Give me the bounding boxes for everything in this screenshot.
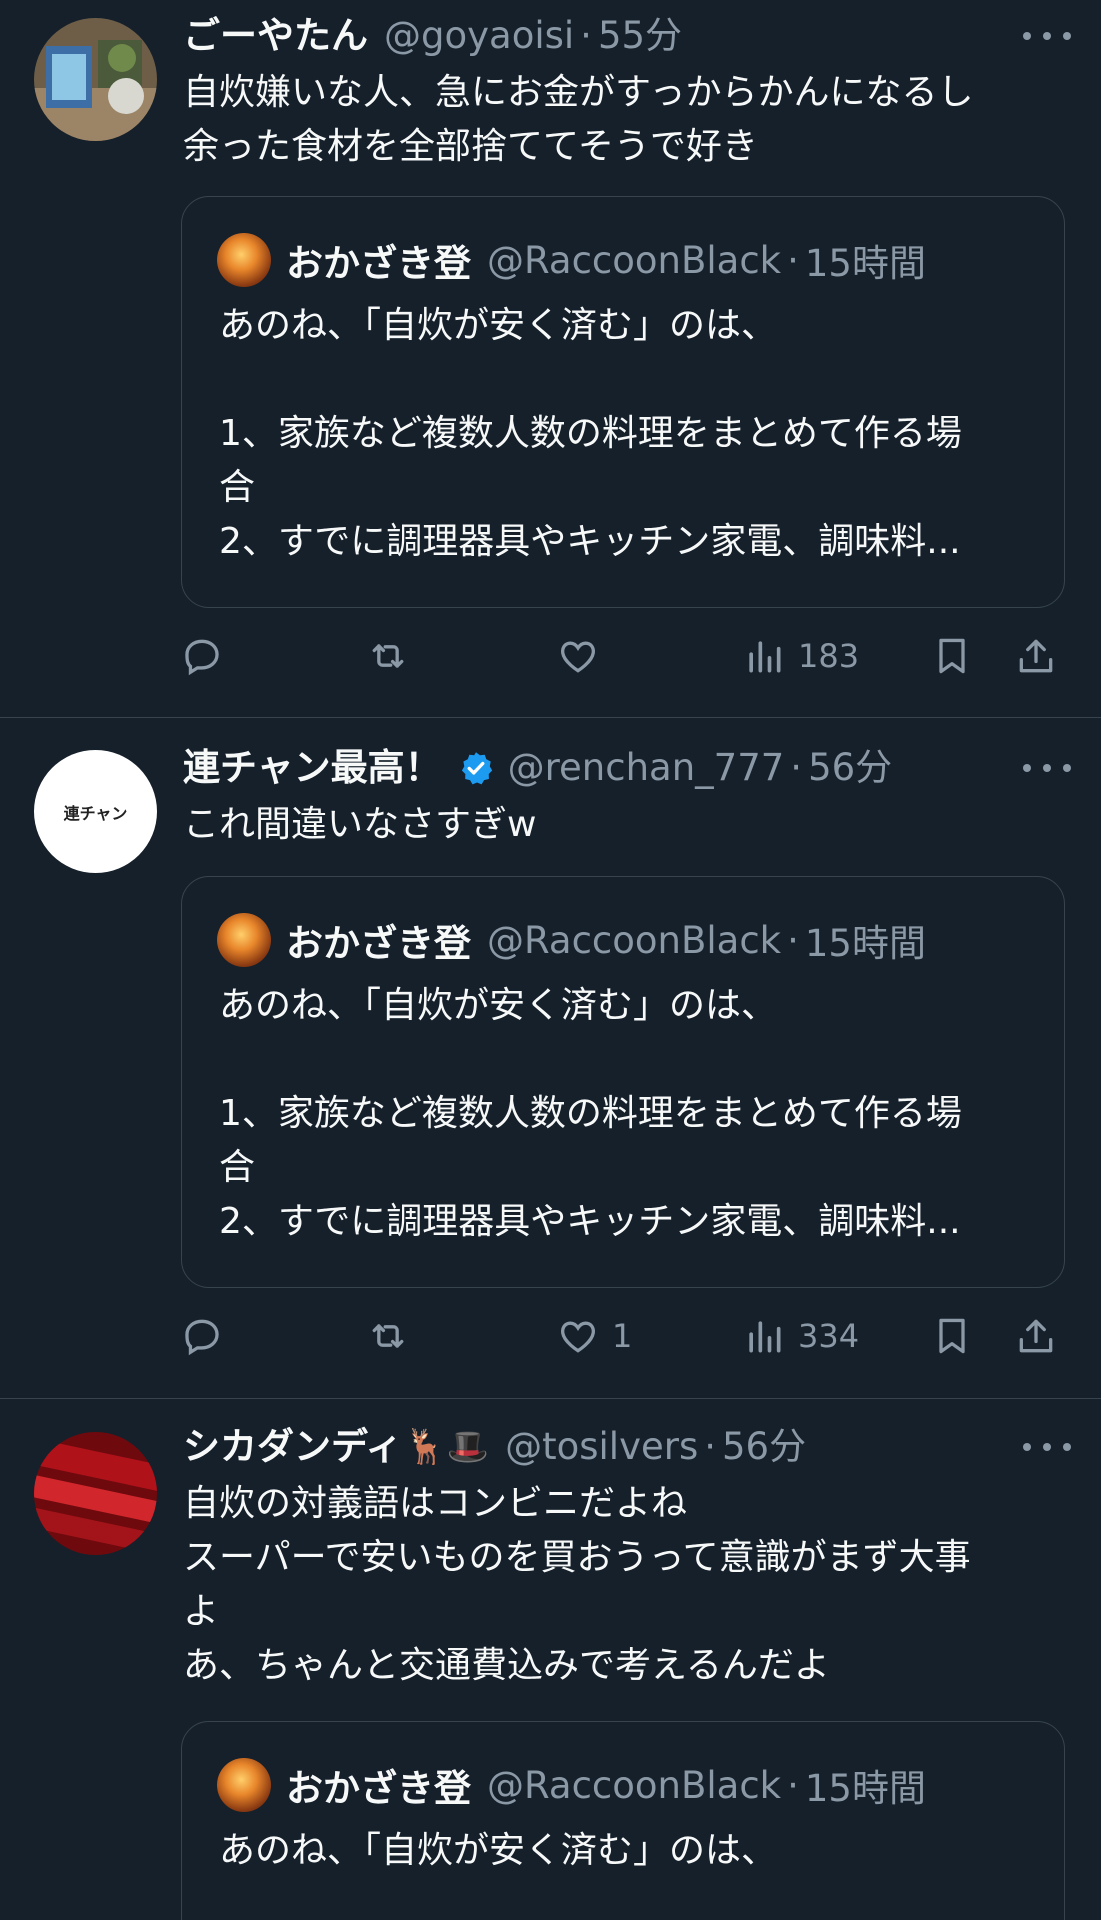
quote-timestamp: 15時間 bbox=[804, 242, 926, 285]
quote-timestamp: 15時間 bbox=[804, 922, 926, 965]
author-handle[interactable]: @tosilvers bbox=[505, 1424, 698, 1470]
like-button[interactable] bbox=[556, 628, 612, 684]
timestamp[interactable]: 56分 bbox=[808, 745, 892, 791]
quote-header: おかざき登 @RaccoonBlack · 15時間 bbox=[217, 911, 1044, 969]
separator: · bbox=[580, 14, 592, 57]
separator: · bbox=[787, 238, 799, 282]
quote-author-handle: @RaccoonBlack bbox=[487, 1763, 782, 1807]
quote-author-handle: @RaccoonBlack bbox=[487, 918, 782, 962]
bookmark-icon bbox=[939, 1318, 965, 1354]
quote-text: あのね、「自炊が安く済む」のは、 bbox=[219, 1830, 778, 1871]
reply-icon bbox=[185, 1319, 219, 1356]
reply-button[interactable] bbox=[180, 1308, 236, 1364]
post-text: 自炊の対義語はコンビニだよね スーパーで安いものを買おうって意識がまず大事 よ … bbox=[183, 1483, 971, 1686]
retweet-button[interactable] bbox=[366, 628, 422, 684]
views-button[interactable]: 334 bbox=[742, 1308, 859, 1364]
name-emojis: 🦌🎩 bbox=[404, 1427, 490, 1467]
more-icon[interactable] bbox=[1023, 753, 1071, 783]
like-icon bbox=[561, 1321, 595, 1353]
like-button[interactable]: 1 bbox=[556, 1308, 632, 1364]
timestamp[interactable]: 55分 bbox=[598, 13, 682, 59]
views-icon bbox=[749, 641, 781, 673]
quote-author-name: おかざき登 bbox=[286, 922, 471, 965]
share-icon bbox=[1019, 639, 1053, 673]
author-handle[interactable]: @goyaoisi bbox=[384, 13, 574, 59]
avatar[interactable] bbox=[34, 18, 157, 141]
post-header: シカダンディ 🦌🎩 @tosilvers · 56分 bbox=[183, 1424, 1071, 1470]
reply-icon bbox=[185, 639, 219, 676]
avatar[interactable] bbox=[34, 1432, 157, 1555]
quote-text: あのね、「自炊が安く済む」のは、 1、家族など複数人数の料理をまとめて作る場 合… bbox=[219, 985, 962, 1242]
like-icon bbox=[561, 641, 595, 673]
retweet-button[interactable] bbox=[366, 1308, 422, 1364]
views-icon bbox=[749, 1321, 781, 1353]
quoted-post[interactable]: おかざき登 @RaccoonBlack · 15時間 あのね、「自炊が安く済む」… bbox=[181, 196, 1065, 608]
more-icon[interactable] bbox=[1023, 1432, 1071, 1462]
separator: · bbox=[787, 1763, 799, 1807]
quote-header: おかざき登 @RaccoonBlack · 15時間 bbox=[217, 231, 1044, 289]
avatar[interactable]: 連チャン bbox=[34, 750, 157, 873]
author-name[interactable]: 連チャン最高！ bbox=[183, 745, 442, 791]
quote-header: おかざき登 @RaccoonBlack · 15時間 bbox=[217, 1756, 1044, 1814]
quote-avatar bbox=[217, 913, 271, 967]
action-bar: 1 334 bbox=[180, 1308, 1060, 1364]
quote-avatar bbox=[217, 1758, 271, 1812]
share-button[interactable] bbox=[1014, 628, 1058, 684]
share-icon bbox=[1019, 1319, 1053, 1353]
author-name[interactable]: シカダンディ bbox=[183, 1424, 402, 1470]
quote-text: あのね、「自炊が安く済む」のは、 1、家族など複数人数の料理をまとめて作る場 合… bbox=[219, 305, 962, 562]
separator: · bbox=[704, 1425, 716, 1468]
quote-avatar bbox=[217, 233, 271, 287]
post-renchan[interactable]: 連チャン 連チャン最高！ @renchan_777 · 56分 これ間違いなさす… bbox=[0, 718, 1101, 1398]
share-button[interactable] bbox=[1014, 1308, 1058, 1364]
views-button[interactable]: 183 bbox=[742, 628, 859, 684]
retweet-icon bbox=[372, 644, 404, 668]
verified-badge-icon bbox=[458, 750, 494, 786]
quoted-post[interactable]: おかざき登 @RaccoonBlack · 15時間 あのね、「自炊が安く済む」… bbox=[181, 876, 1065, 1288]
post-header: 連チャン最高！ @renchan_777 · 56分 bbox=[183, 745, 1071, 791]
avatar-text: 連チャン bbox=[63, 803, 128, 823]
action-bar: 183 bbox=[180, 628, 1060, 684]
quoted-post[interactable]: おかざき登 @RaccoonBlack · 15時間 あのね、「自炊が安く済む」… bbox=[181, 1721, 1065, 1920]
like-count: 1 bbox=[612, 1317, 633, 1355]
timeline-feed: ごーやたん @goyaoisi · 55分 自炊嫌いな人、急にお金がすっからかん… bbox=[0, 0, 1101, 1920]
author-name[interactable]: ごーやたん bbox=[183, 13, 368, 59]
views-count: 334 bbox=[798, 1317, 860, 1355]
separator: · bbox=[790, 746, 803, 789]
timestamp[interactable]: 56分 bbox=[722, 1424, 806, 1470]
separator: · bbox=[787, 918, 799, 962]
views-count: 183 bbox=[798, 637, 860, 675]
quote-timestamp: 15時間 bbox=[804, 1767, 926, 1810]
reply-button[interactable] bbox=[180, 628, 236, 684]
quote-author-name: おかざき登 bbox=[286, 242, 471, 285]
post-goyaoisi[interactable]: ごーやたん @goyaoisi · 55分 自炊嫌いな人、急にお金がすっからかん… bbox=[0, 0, 1101, 717]
more-icon[interactable] bbox=[1023, 21, 1071, 51]
quote-author-handle: @RaccoonBlack bbox=[487, 238, 782, 282]
bookmark-button[interactable] bbox=[930, 628, 974, 684]
retweet-icon bbox=[372, 1324, 404, 1348]
author-handle[interactable]: @renchan_777 bbox=[508, 745, 785, 791]
quote-author-name: おかざき登 bbox=[286, 1767, 471, 1810]
post-header: ごーやたん @goyaoisi · 55分 bbox=[183, 13, 1071, 59]
bookmark-icon bbox=[939, 638, 965, 674]
post-text: 自炊嫌いな人、急にお金がすっからかんになるし 余った食材を全部捨ててそうで好き bbox=[183, 72, 974, 167]
post-text: これ間違いなさすぎw bbox=[183, 804, 537, 845]
bookmark-button[interactable] bbox=[930, 1308, 974, 1364]
post-tosilvers[interactable]: シカダンディ 🦌🎩 @tosilvers · 56分 自炊の対義語はコンビニだよ… bbox=[0, 1399, 1101, 1920]
